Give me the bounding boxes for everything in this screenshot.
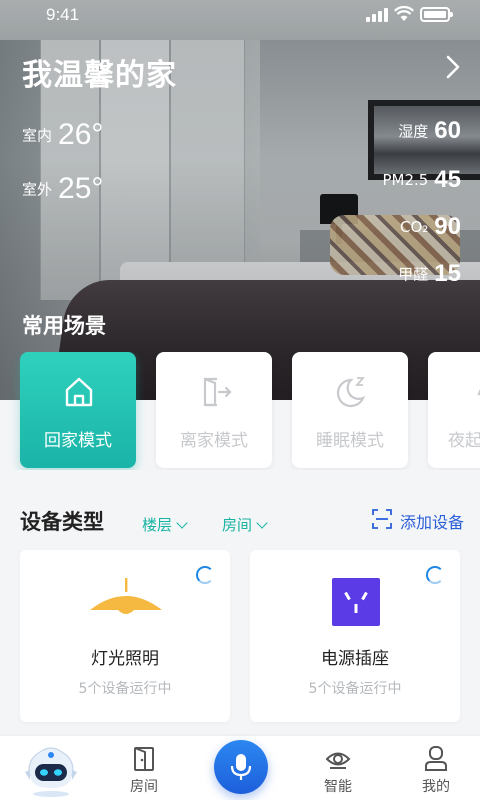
humidity-label: 湿度 — [398, 122, 429, 141]
chevron-down-icon — [256, 517, 268, 529]
room-filter[interactable]: 房间 — [222, 514, 268, 535]
nav-label: 房间 — [130, 779, 158, 795]
indoor-label: 室内 — [22, 126, 53, 145]
power-socket-icon — [332, 578, 380, 626]
scene-label: 离家模式 — [180, 431, 248, 451]
nav-item-rooms[interactable]: 房间 — [114, 746, 174, 796]
room-filter-label: 房间 — [222, 516, 253, 534]
outdoor-temperature: 室外 25° — [22, 172, 103, 206]
door-icon — [134, 747, 154, 771]
nav-label: 智能 — [324, 779, 352, 795]
moon-sleep-icon — [336, 377, 366, 408]
nav-item-smart[interactable]: 智能 — [308, 746, 368, 796]
smart-eye-icon — [325, 752, 351, 769]
formaldehyde-label: 甲醛 — [398, 265, 429, 284]
scene-label: 回家模式 — [44, 431, 112, 451]
loading-spinner-icon — [196, 566, 214, 584]
pm25-label: PM2.5 — [382, 171, 429, 189]
co2-value: 90 — [434, 213, 461, 240]
co2-label: CO₂ — [400, 218, 429, 236]
scene-card-sleep[interactable]: 睡眠模式 — [292, 352, 408, 468]
device-card-socket[interactable]: 电源插座 5个设备运行中 — [250, 550, 460, 722]
humidity-value: 60 — [434, 117, 461, 144]
formaldehyde-value: 15 — [434, 260, 461, 287]
home-title[interactable]: 我温馨的家 — [22, 50, 177, 94]
scene-list: 回家模式 离家模式 睡眠模式 夜起 — [0, 352, 480, 470]
pm25-value: 45 — [434, 166, 461, 193]
scan-icon — [372, 509, 392, 529]
chevron-right-icon[interactable] — [440, 54, 464, 80]
voice-mic-button[interactable] — [214, 740, 268, 794]
add-device-label: 添加设备 — [400, 513, 465, 532]
device-card-status: 5个设备运行中 — [308, 681, 402, 697]
co2-reading: CO₂ 90 — [400, 213, 461, 241]
exit-door-icon — [203, 377, 232, 407]
humidity-reading: 湿度 60 — [398, 117, 461, 145]
signal-icon — [366, 8, 388, 22]
nav-label: 我的 — [422, 779, 450, 795]
night-lamp-icon — [477, 388, 480, 396]
pm25-reading: PM2.5 45 — [382, 166, 461, 194]
formaldehyde-reading: 甲醛 15 — [398, 260, 461, 288]
loading-spinner-icon — [426, 566, 444, 584]
home-icon — [65, 377, 93, 407]
microphone-icon — [230, 754, 252, 780]
battery-icon — [420, 7, 453, 22]
scene-label: 睡眠模式 — [316, 431, 384, 451]
status-bar: 9:41 — [0, 0, 480, 30]
pendant-lamp-icon — [90, 578, 162, 614]
scene-label: 夜起 — [448, 431, 480, 451]
user-icon — [425, 746, 447, 771]
indoor-temperature: 室内 26° — [22, 118, 103, 152]
floor-filter-label: 楼层 — [142, 516, 173, 534]
status-time: 9:41 — [46, 5, 80, 24]
outdoor-label: 室外 — [22, 180, 53, 199]
wifi-icon — [394, 6, 414, 21]
device-card-status: 5个设备运行中 — [78, 681, 172, 697]
outdoor-temp-value: 25° — [58, 172, 104, 205]
scene-card-away[interactable]: 离家模式 — [156, 352, 272, 468]
device-card-name: 灯光照明 — [91, 649, 159, 669]
indoor-temp-value: 26° — [58, 118, 104, 151]
chevron-down-icon — [176, 517, 188, 529]
scene-card-night[interactable]: 夜起 — [428, 352, 480, 468]
scenes-title: 常用场景 — [22, 314, 106, 338]
scene-card-home[interactable]: 回家模式 — [20, 352, 136, 468]
floor-filter[interactable]: 楼层 — [142, 514, 188, 535]
robot-assistant-icon[interactable] — [22, 742, 80, 798]
device-card-lighting[interactable]: 灯光照明 5个设备运行中 — [20, 550, 230, 722]
device-card-name: 电源插座 — [321, 649, 389, 669]
nav-item-profile[interactable]: 我的 — [406, 746, 466, 796]
devices-title: 设备类型 — [20, 510, 104, 534]
